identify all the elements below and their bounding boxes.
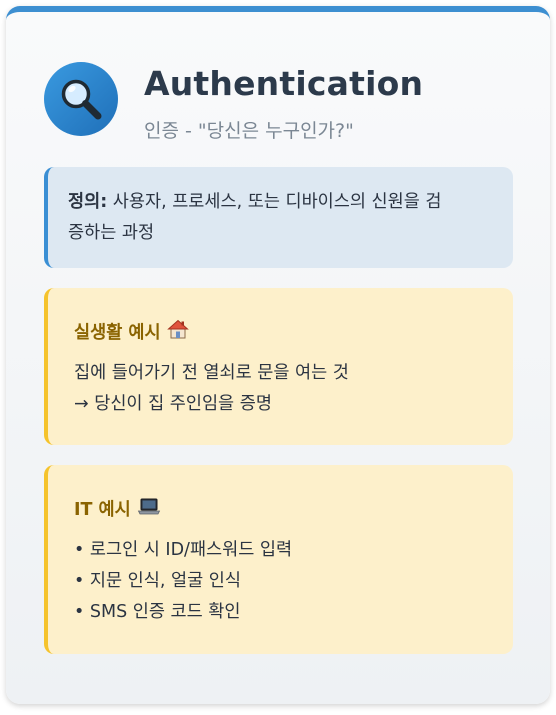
definition-text-2: 증하는 과정 [68, 223, 155, 243]
page-title: Authentication [144, 64, 424, 103]
example-title-text: 실생활 예시 [74, 322, 161, 343]
example-body: 집에 들어가기 전 열쇠로 문을 여는 것 → 당신이 집 주인임을 증명 [74, 358, 489, 420]
example-body: • 로그인 시 ID/패스워드 입력 • 지문 인식, 얼굴 인식 • SMS … [74, 535, 489, 628]
definition-box: 정의: 사용자, 프로세스, 또는 디바이스의 신원을 검 증하는 과정 [44, 167, 513, 268]
example-box-real-life: 실생활 예시 집에 들어가기 전 열쇠로 문을 여는 것 → 당신이 집 주인임… [44, 288, 513, 445]
example-title: 실생활 예시 [74, 318, 489, 344]
header-icon-badge [44, 62, 118, 136]
example-line: → 당신이 집 주인임을 증명 [74, 394, 272, 414]
laptop-icon [137, 496, 161, 521]
example-line: • 지문 인식, 얼굴 인식 [74, 571, 241, 591]
card-header: Authentication 인증 - "당신은 누구인가?" [44, 56, 514, 146]
example-title-text: IT 예시 [74, 499, 131, 520]
magnifier-icon [61, 79, 102, 120]
example-line: • 로그인 시 ID/패스워드 입력 [74, 540, 293, 560]
definition-text-1: 사용자, 프로세스, 또는 디바이스의 신원을 검 [107, 192, 442, 212]
house-icon [166, 318, 189, 345]
auth-card: Authentication 인증 - "당신은 누구인가?" 정의: 사용자,… [6, 6, 550, 704]
example-line: 집에 들어가기 전 열쇠로 문을 여는 것 [74, 363, 349, 383]
example-title: IT 예시 [74, 495, 489, 521]
example-box-it: IT 예시 • 로그인 시 ID/패스워드 입력 • 지문 인식, 얼굴 인식 … [44, 465, 513, 654]
page-subtitle: 인증 - "당신은 누구인가?" [144, 120, 354, 142]
definition-label: 정의: [68, 192, 108, 212]
example-line: • SMS 인증 코드 확인 [74, 602, 241, 622]
